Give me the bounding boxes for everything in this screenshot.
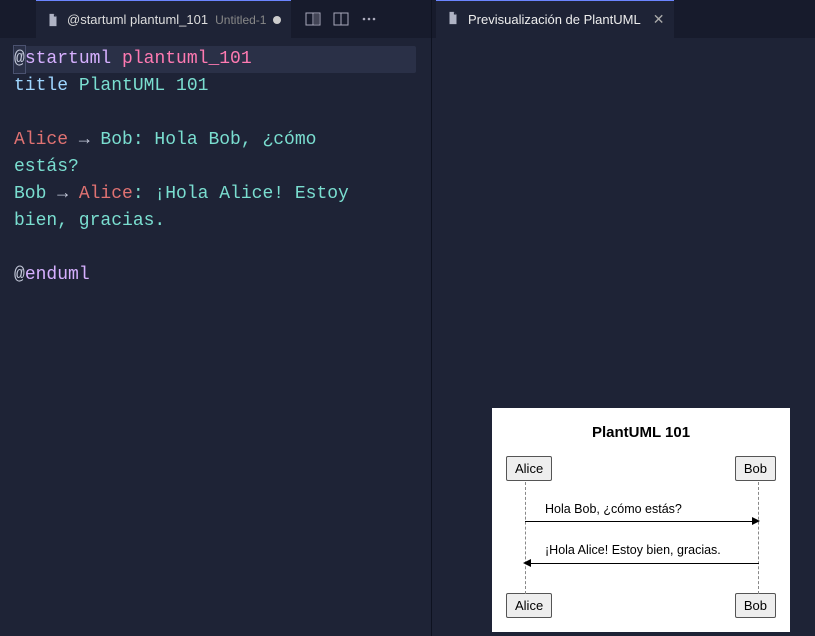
editor-line: title PlantUML 101 bbox=[14, 73, 431, 100]
editor-tab-actions bbox=[291, 0, 387, 38]
editor-line: Alice → Bob: Hola Bob, ¿cómo bbox=[14, 127, 431, 154]
editor-pane: @startuml plantuml_101 Untitled-1 @start… bbox=[0, 0, 432, 636]
dirty-indicator-icon bbox=[273, 16, 281, 24]
editor-tab-subtitle: Untitled-1 bbox=[215, 13, 266, 27]
preview-tab[interactable]: Previsualización de PlantUML ✕ bbox=[436, 0, 674, 38]
close-icon[interactable]: ✕ bbox=[649, 11, 665, 28]
file-icon bbox=[46, 13, 60, 27]
editor-line bbox=[14, 100, 431, 127]
preview-tabbar: Previsualización de PlantUML ✕ bbox=[432, 0, 815, 38]
editor-tab-title: @startuml plantuml_101 bbox=[67, 12, 208, 27]
editor-line: @startuml plantuml_101 bbox=[14, 46, 416, 73]
diagram-title: PlantUML 101 bbox=[492, 408, 790, 441]
editor-line: estás? bbox=[14, 154, 431, 181]
message-1-arrow bbox=[525, 521, 758, 522]
lifeline-bob bbox=[758, 482, 759, 594]
editor-tabbar: @startuml plantuml_101 Untitled-1 bbox=[0, 0, 431, 38]
preview-pane: Previsualización de PlantUML ✕ PlantUML … bbox=[432, 0, 815, 636]
message-2-label: ¡Hola Alice! Estoy bien, gracias. bbox=[545, 543, 721, 557]
preview-tab-title: Previsualización de PlantUML bbox=[468, 12, 641, 27]
code-editor[interactable]: @startuml plantuml_101 title PlantUML 10… bbox=[0, 38, 431, 289]
message-1-label: Hola Bob, ¿cómo estás? bbox=[545, 502, 682, 516]
arrow-left-icon bbox=[523, 559, 531, 567]
arrow-right-icon bbox=[752, 517, 760, 525]
lifeline-alice bbox=[525, 482, 526, 594]
editor-line: @enduml bbox=[14, 262, 431, 289]
actor-box-bob-top: Bob bbox=[735, 456, 776, 481]
editor-tab[interactable]: @startuml plantuml_101 Untitled-1 bbox=[36, 0, 291, 38]
more-actions-icon[interactable] bbox=[361, 11, 377, 27]
plantuml-diagram: PlantUML 101 Alice Bob Alice Bob Hola Bo… bbox=[492, 408, 790, 632]
split-editor-icon[interactable] bbox=[333, 11, 349, 27]
file-icon bbox=[446, 11, 460, 28]
message-2-arrow bbox=[530, 563, 759, 564]
actor-box-alice-bottom: Alice bbox=[506, 593, 552, 618]
editor-line: Bob → Alice: ¡Hola Alice! Estoy bbox=[14, 181, 431, 208]
actor-box-alice-top: Alice bbox=[506, 456, 552, 481]
preview-area[interactable]: PlantUML 101 Alice Bob Alice Bob Hola Bo… bbox=[432, 38, 815, 636]
split-preview-icon[interactable] bbox=[305, 11, 321, 27]
editor-line: bien, gracias. bbox=[14, 208, 431, 235]
editor-line bbox=[14, 235, 431, 262]
actor-box-bob-bottom: Bob bbox=[735, 593, 776, 618]
